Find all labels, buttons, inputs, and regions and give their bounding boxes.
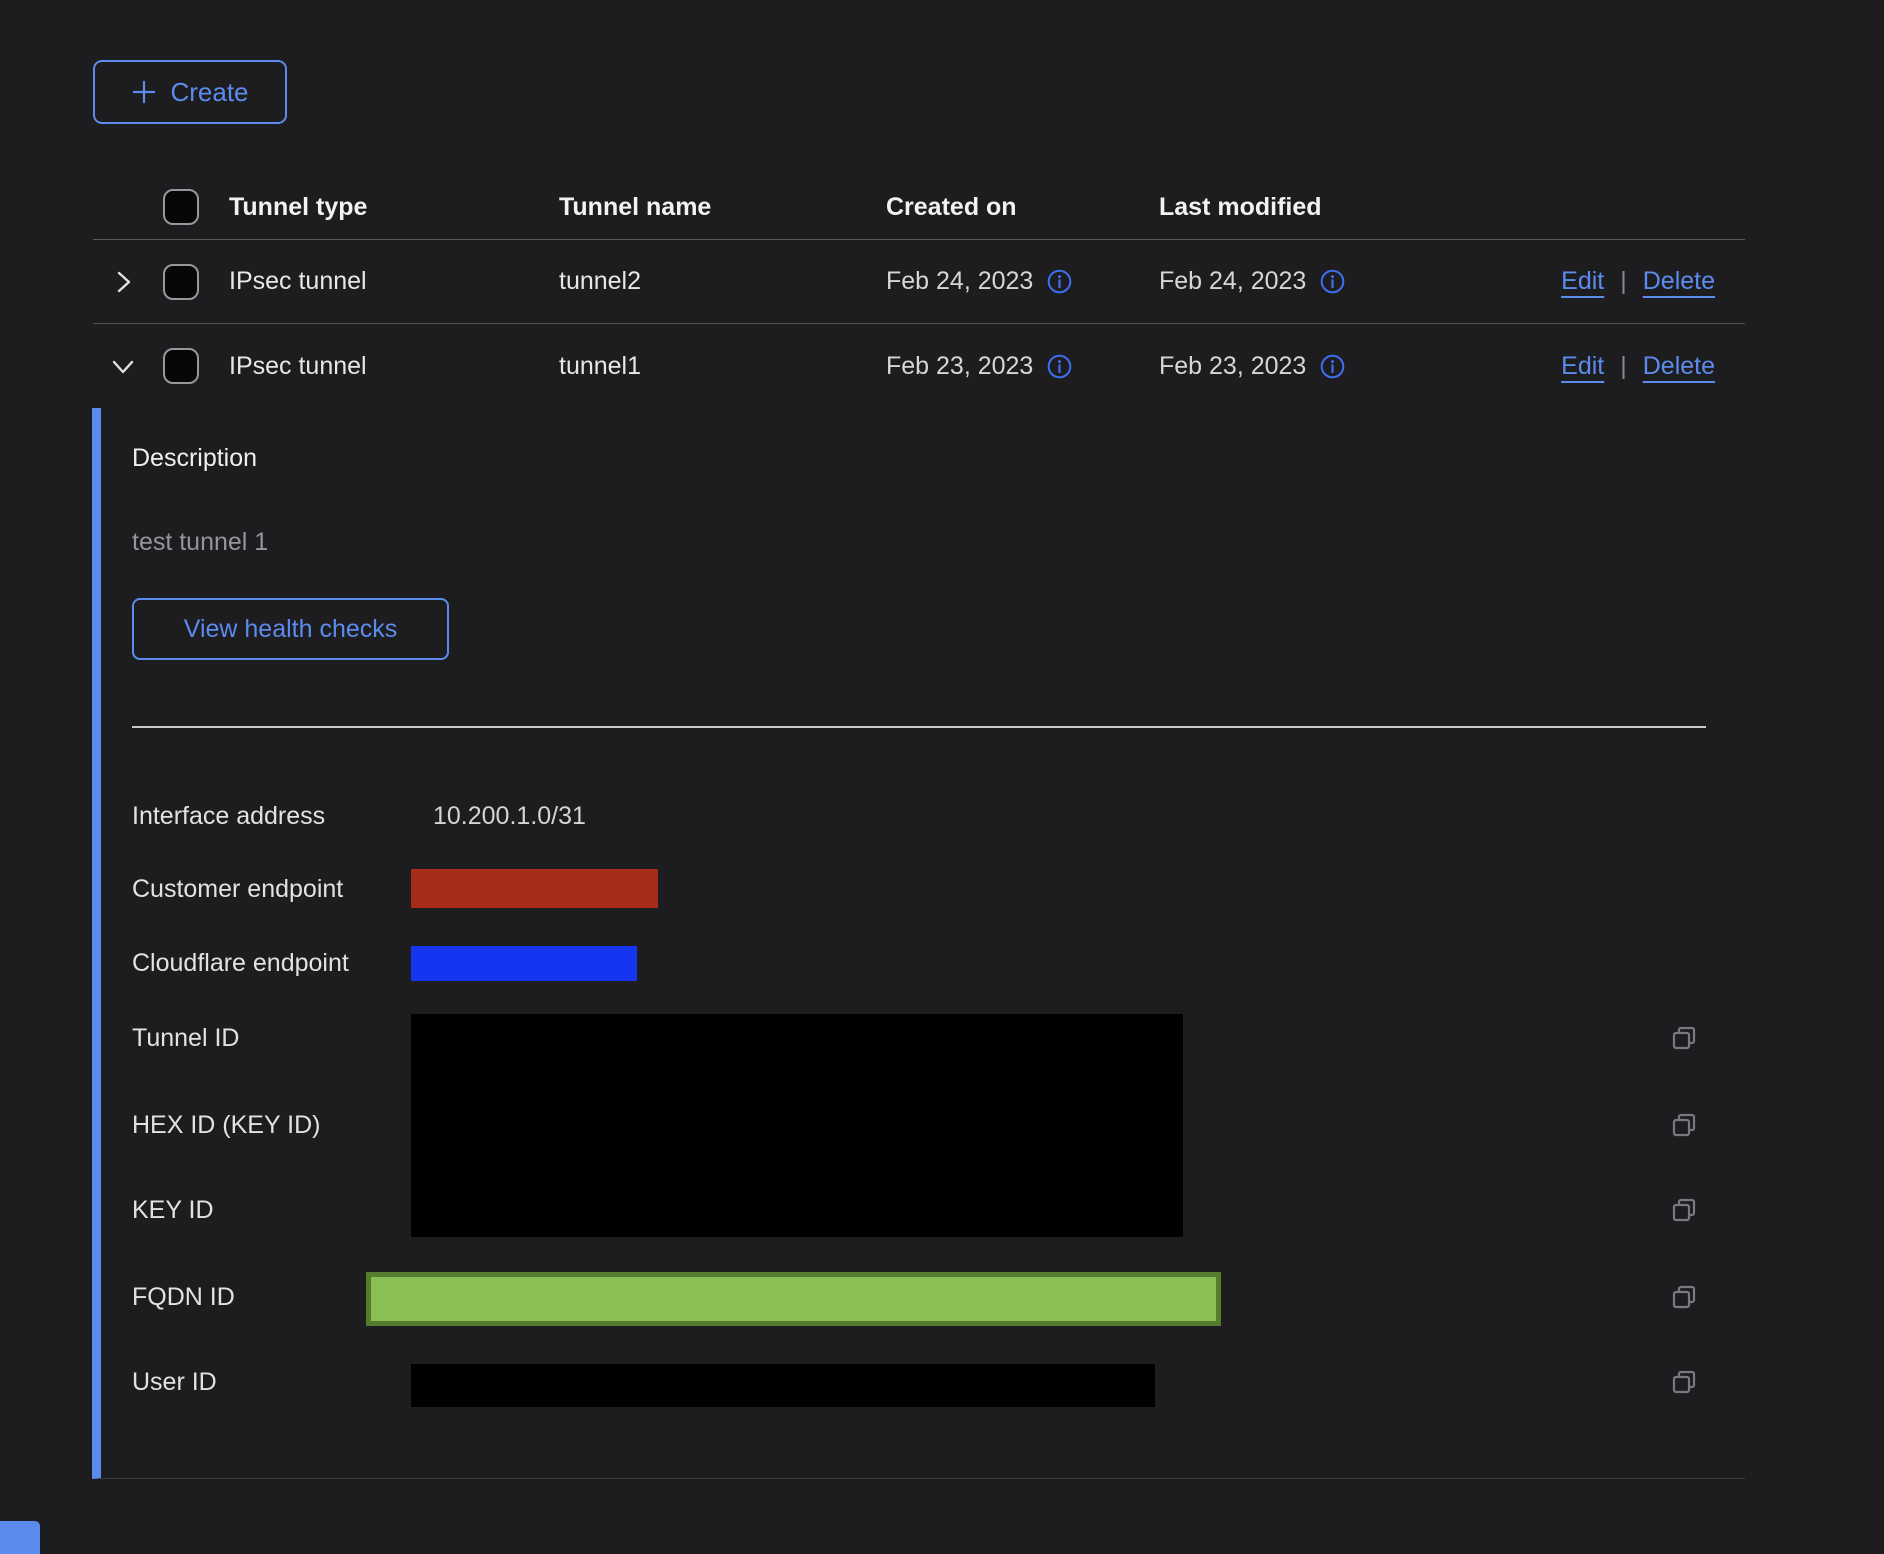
row-checkbox[interactable] bbox=[163, 348, 199, 384]
interface-address-value: 10.200.1.0/31 bbox=[433, 801, 586, 831]
bottom-left-blue-fragment bbox=[0, 1521, 40, 1554]
plus-icon bbox=[131, 79, 157, 105]
info-icon[interactable] bbox=[1320, 269, 1345, 294]
tunnels-table: Tunnel type Tunnel name Created on Last … bbox=[93, 175, 1745, 408]
column-header-tunnel-name: Tunnel name bbox=[559, 193, 886, 222]
delete-link[interactable]: Delete bbox=[1643, 267, 1715, 296]
description-label: Description bbox=[132, 444, 257, 473]
create-button[interactable]: Create bbox=[93, 60, 287, 124]
expand-row-chevron-right-icon[interactable] bbox=[106, 265, 140, 299]
info-icon[interactable] bbox=[1320, 354, 1345, 379]
copy-fqdn-id-icon[interactable] bbox=[1670, 1283, 1699, 1312]
tunnel-detail-panel: Description test tunnel 1 View health ch… bbox=[92, 408, 1745, 1479]
hex-id-label: HEX ID (KEY ID) bbox=[132, 1110, 320, 1140]
edit-link[interactable]: Edit bbox=[1561, 352, 1604, 381]
tunnel-type-cell: IPsec tunnel bbox=[229, 352, 559, 381]
panel-divider bbox=[132, 726, 1706, 728]
customer-endpoint-redaction bbox=[411, 869, 658, 908]
ids-redaction bbox=[411, 1014, 1183, 1237]
created-on-cell: Feb 23, 2023 bbox=[886, 352, 1033, 381]
edit-link[interactable]: Edit bbox=[1561, 267, 1604, 296]
user-id-label: User ID bbox=[132, 1367, 217, 1397]
row-checkbox[interactable] bbox=[163, 264, 199, 300]
collapse-row-chevron-down-icon[interactable] bbox=[106, 349, 140, 383]
table-row-expanded: IPsec tunnel tunnel1 Feb 23, 2023 Feb 23… bbox=[93, 324, 1745, 408]
column-header-tunnel-type: Tunnel type bbox=[229, 193, 559, 222]
table-header-row: Tunnel type Tunnel name Created on Last … bbox=[93, 175, 1745, 240]
column-header-created-on: Created on bbox=[886, 193, 1159, 222]
tunnel-name-cell: tunnel1 bbox=[559, 352, 886, 381]
customer-endpoint-label: Customer endpoint bbox=[132, 874, 343, 904]
copy-hex-id-icon[interactable] bbox=[1670, 1111, 1699, 1140]
tunnels-page: { "page": { "background": "#1d1d1f" }, "… bbox=[0, 0, 1884, 1554]
last-modified-cell: Feb 24, 2023 bbox=[1159, 267, 1306, 296]
info-icon[interactable] bbox=[1047, 354, 1072, 379]
last-modified-cell: Feb 23, 2023 bbox=[1159, 352, 1306, 381]
actions-separator: | bbox=[1620, 352, 1627, 381]
actions-separator: | bbox=[1620, 267, 1627, 296]
view-health-checks-button[interactable]: View health checks bbox=[132, 598, 449, 660]
create-button-label: Create bbox=[170, 77, 248, 108]
tunnel-name-cell: tunnel2 bbox=[559, 267, 886, 296]
delete-link[interactable]: Delete bbox=[1643, 352, 1715, 381]
description-value: test tunnel 1 bbox=[132, 528, 268, 557]
interface-address-label: Interface address bbox=[132, 801, 325, 831]
tunnel-id-label: Tunnel ID bbox=[132, 1023, 239, 1053]
fqdn-id-redaction bbox=[366, 1272, 1221, 1326]
tunnel-type-cell: IPsec tunnel bbox=[229, 267, 559, 296]
table-row: IPsec tunnel tunnel2 Feb 24, 2023 Feb 24… bbox=[93, 240, 1745, 324]
select-all-checkbox[interactable] bbox=[163, 189, 199, 225]
cloudflare-endpoint-label: Cloudflare endpoint bbox=[132, 948, 349, 978]
key-id-label: KEY ID bbox=[132, 1195, 214, 1225]
copy-user-id-icon[interactable] bbox=[1670, 1368, 1699, 1397]
copy-key-id-icon[interactable] bbox=[1670, 1196, 1699, 1225]
info-icon[interactable] bbox=[1047, 269, 1072, 294]
cloudflare-endpoint-redaction bbox=[411, 946, 637, 981]
copy-tunnel-id-icon[interactable] bbox=[1670, 1024, 1699, 1053]
created-on-cell: Feb 24, 2023 bbox=[886, 267, 1033, 296]
column-header-last-modified: Last modified bbox=[1159, 193, 1479, 222]
fqdn-id-label: FQDN ID bbox=[132, 1282, 235, 1312]
user-id-redaction bbox=[411, 1364, 1155, 1407]
